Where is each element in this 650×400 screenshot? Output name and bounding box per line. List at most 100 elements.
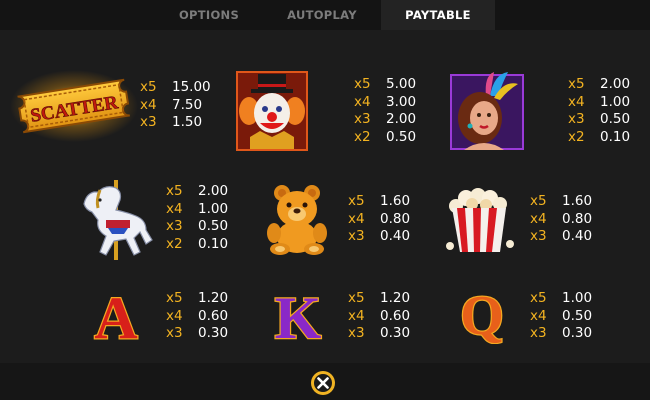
- scatter-paytable: x5 15.00 x4 7.50 x3 1.50: [140, 79, 211, 132]
- pay-multiplier: x4: [140, 96, 157, 113]
- popcorn-paytable: x5 1.60 x4 0.80 x3 0.40: [530, 193, 592, 246]
- pay-row: x3 0.50: [166, 218, 228, 236]
- pay-multiplier: x5: [140, 79, 157, 95]
- close-icon: [311, 371, 335, 395]
- pay-value: 0.50: [562, 307, 593, 324]
- pay-value: 0.50: [600, 111, 631, 127]
- tab-autoplay[interactable]: AUTOPLAY: [263, 0, 381, 30]
- pay-row: x5 5.00: [354, 76, 416, 94]
- pay-multiplier: x5: [348, 193, 365, 209]
- pay-row: x4 1.00: [166, 201, 228, 219]
- pay-value: 0.30: [198, 325, 229, 341]
- pay-row: x4 0.50: [530, 308, 592, 326]
- pay-value: 0.40: [380, 228, 411, 244]
- pay-multiplier: x5: [530, 290, 547, 306]
- pay-multiplier: x4: [166, 200, 183, 217]
- showgirl-icon: [450, 70, 524, 150]
- pay-value: 2.00: [198, 183, 229, 199]
- pay-multiplier: x3: [568, 111, 585, 127]
- pay-value: 0.80: [562, 210, 593, 227]
- pay-row: x5 1.00: [530, 290, 592, 308]
- pay-value: 0.80: [380, 210, 411, 227]
- pay-row: x2 0.50: [354, 129, 416, 147]
- pay-multiplier: x3: [166, 218, 183, 234]
- pay-row: x3 2.00: [354, 111, 416, 129]
- pay-row: x4 0.60: [166, 308, 228, 326]
- pay-row: x4 1.00: [568, 94, 630, 112]
- pay-multiplier: x3: [354, 111, 371, 127]
- pay-multiplier: x4: [348, 307, 365, 324]
- pay-row: x5 2.00: [568, 76, 630, 94]
- pay-value: 1.60: [562, 193, 593, 209]
- showgirl-paytable: x5 2.00 x4 1.00 x3 0.50 x2 0.10: [568, 76, 630, 146]
- pay-row: x3 0.30: [348, 325, 410, 343]
- pay-value: 1.50: [172, 114, 203, 130]
- pay-value: 2.00: [386, 111, 417, 127]
- pay-multiplier: x3: [348, 325, 365, 341]
- pay-multiplier: x5: [530, 193, 547, 209]
- pay-row: x3 1.50: [140, 114, 211, 132]
- popcorn-icon: [444, 188, 518, 254]
- pay-row: x5 1.60: [348, 193, 410, 211]
- letter-q-paytable: x5 1.00 x4 0.50 x3 0.30: [530, 290, 592, 343]
- tab-bar: OPTIONS AUTOPLAY PAYTABLE: [0, 0, 650, 30]
- pay-multiplier: x3: [530, 228, 547, 244]
- pay-multiplier: x5: [348, 290, 365, 306]
- pay-value: 0.40: [562, 228, 593, 244]
- pay-multiplier: x4: [348, 210, 365, 227]
- pay-multiplier: x5: [166, 290, 183, 306]
- pay-value: 1.00: [562, 290, 593, 306]
- pay-value: 1.20: [198, 290, 229, 306]
- clown-paytable: x5 5.00 x4 3.00 x3 2.00 x2 0.50: [354, 76, 416, 146]
- pay-multiplier: x5: [354, 76, 371, 92]
- pay-multiplier: x4: [530, 307, 547, 324]
- pay-multiplier: x2: [166, 235, 183, 252]
- tab-paytable[interactable]: PAYTABLE: [381, 0, 495, 30]
- pay-multiplier: x5: [568, 76, 585, 92]
- carousel-horse-icon: [70, 180, 162, 260]
- letter-a-label: A: [94, 286, 137, 344]
- pay-value: 0.30: [380, 325, 411, 341]
- clown-icon: [236, 71, 308, 151]
- letter-k-label: K: [275, 286, 322, 344]
- pay-row: x5 1.20: [348, 290, 410, 308]
- teddy-bear-paytable: x5 1.60 x4 0.80 x3 0.40: [348, 193, 410, 246]
- pay-multiplier: x3: [140, 114, 157, 130]
- teddy-bear-icon: [260, 183, 334, 255]
- pay-multiplier: x3: [166, 325, 183, 341]
- pay-row: x5 15.00: [140, 79, 211, 97]
- pay-multiplier: x4: [568, 93, 585, 110]
- pay-multiplier: x4: [354, 93, 371, 110]
- letter-a-icon: A: [80, 284, 152, 353]
- close-button[interactable]: [307, 369, 339, 397]
- pay-value: 0.50: [198, 218, 229, 234]
- letter-k-icon: K: [262, 284, 334, 353]
- pay-row: x3 0.50: [568, 111, 630, 129]
- scatter-ticket-icon: SCATTER: [10, 70, 138, 142]
- pay-row: x4 7.50: [140, 97, 211, 115]
- pay-row: x3 0.40: [530, 228, 592, 246]
- pay-value: 7.50: [172, 96, 203, 113]
- pay-row: x4 3.00: [354, 94, 416, 112]
- pay-value: 0.60: [380, 307, 411, 324]
- pay-value: 0.60: [198, 307, 229, 324]
- pay-value: 1.00: [600, 93, 631, 110]
- pay-value: 3.00: [386, 93, 417, 110]
- pay-value: 1.60: [380, 193, 411, 209]
- pay-row: x3 0.30: [166, 325, 228, 343]
- pay-multiplier: x4: [530, 210, 547, 227]
- pay-multiplier: x5: [166, 183, 183, 199]
- pay-row: x5 1.60: [530, 193, 592, 211]
- pay-row: x2 0.10: [166, 236, 228, 254]
- pay-row: x3 0.30: [530, 325, 592, 343]
- letter-q-icon: Q: [446, 284, 518, 349]
- pay-multiplier: x2: [568, 128, 585, 145]
- pay-multiplier: x4: [166, 307, 183, 324]
- pay-value: 2.00: [600, 76, 631, 92]
- pay-row: x2 0.10: [568, 129, 630, 147]
- pay-row: x4 0.80: [530, 211, 592, 229]
- pay-value: 0.50: [386, 128, 417, 145]
- pay-row: x5 1.20: [166, 290, 228, 308]
- pay-value: 1.00: [198, 200, 229, 217]
- tab-options[interactable]: OPTIONS: [150, 0, 268, 30]
